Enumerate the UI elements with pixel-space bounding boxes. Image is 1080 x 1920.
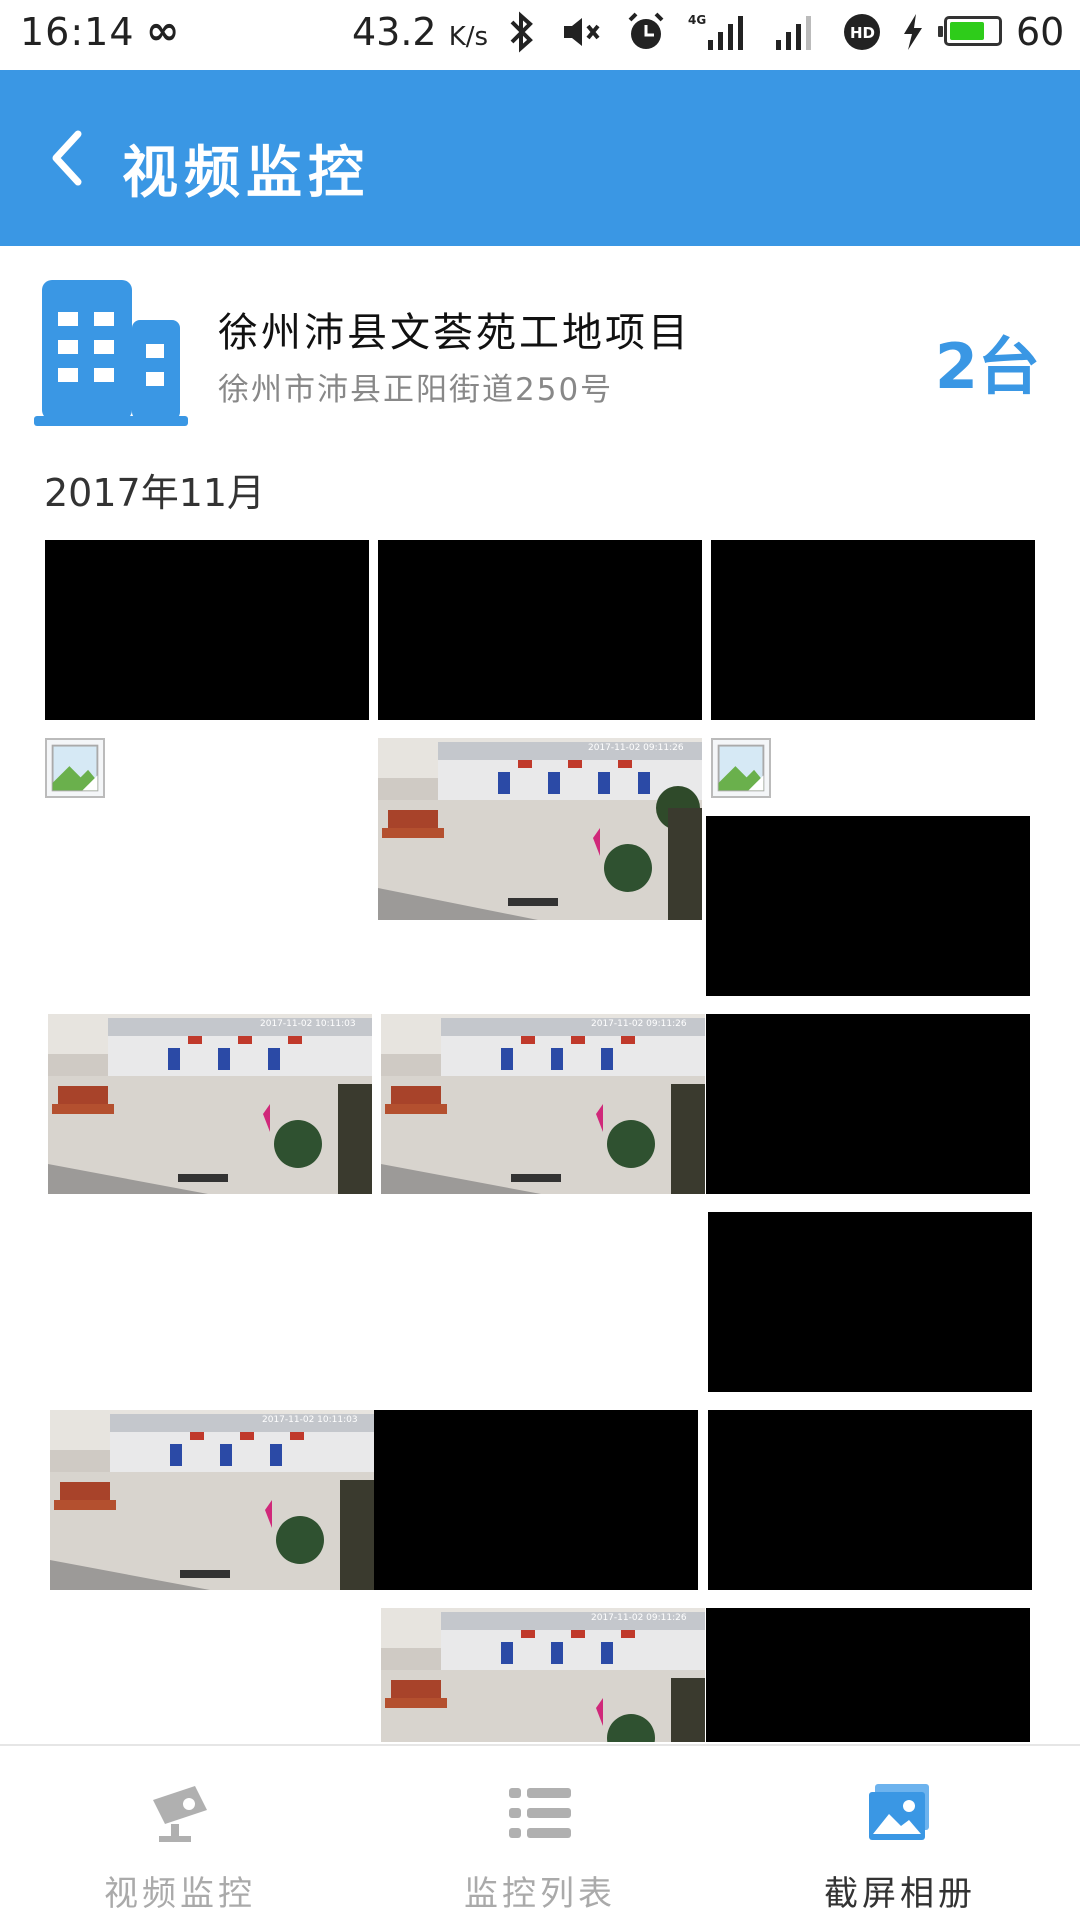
hd-icon: HD	[844, 14, 880, 50]
gallery-thumbnail[interactable]: 2017-11-02 10:11:03	[50, 1410, 374, 1590]
gallery-thumbnail[interactable]	[374, 1410, 698, 1590]
gallery-thumbnail[interactable]	[706, 1014, 1030, 1194]
broken-image-icon[interactable]	[711, 738, 771, 798]
status-time: 16:14	[20, 10, 135, 54]
chevron-left-icon[interactable]	[44, 126, 94, 190]
gallery-thumbnail[interactable]	[378, 540, 702, 720]
gallery-thumbnail[interactable]: 2017-11-02 09:11:26	[381, 1014, 705, 1194]
device-count: 2台	[934, 330, 1040, 403]
gallery-thumbnail[interactable]: 2017-11-02 10:11:03	[48, 1014, 372, 1194]
mute-icon	[564, 18, 600, 46]
battery-level: 60	[1016, 10, 1065, 54]
gallery-thumbnail[interactable]	[45, 540, 369, 720]
signal-4g-icon: 4G	[688, 13, 743, 50]
tab-screenshot-album[interactable]: 截屏相册	[720, 1746, 1080, 1920]
broken-image-icon[interactable]	[45, 738, 105, 798]
signal-icon	[776, 16, 811, 50]
status-bar: 16:14 ∞ 43.2 K/s 4G HD 60	[0, 0, 1080, 68]
project-address: 徐州市沛县正阳街道250号	[218, 372, 614, 408]
gallery-thumbnail[interactable]	[706, 1608, 1030, 1742]
gallery-thumbnail[interactable]: 2017-11-02 09:11:26	[378, 738, 702, 920]
tab-video-monitoring[interactable]: 视频监控	[0, 1746, 360, 1920]
site-scene-image: 2017-11-02 10:11:03	[50, 1410, 374, 1590]
thumbnail-timestamp: 2017-11-02 10:11:03	[260, 1019, 356, 1029]
thumbnail-timestamp: 2017-11-02 10:11:03	[262, 1415, 358, 1425]
site-scene-image: 2017-11-02 09:11:26	[378, 738, 702, 920]
battery-icon	[938, 16, 1002, 46]
alarm-icon	[628, 12, 664, 49]
app-header: 视频监控	[0, 70, 1080, 246]
network-speed: 43.2 K/s	[352, 10, 488, 54]
building-icon	[34, 280, 188, 426]
thumbnail-timestamp: 2017-11-02 09:11:26	[591, 1613, 687, 1623]
site-scene-image: 2017-11-02 10:11:03	[48, 1014, 372, 1194]
gallery-thumbnail[interactable]	[706, 816, 1030, 996]
tab-label: 截屏相册	[824, 1874, 976, 1914]
gallery-thumbnail[interactable]	[708, 1212, 1032, 1392]
gallery-thumbnail[interactable]: 2017-11-02 09:11:26	[381, 1608, 705, 1742]
infinity-icon: ∞	[146, 8, 180, 54]
month-label: 2017年11月	[44, 471, 266, 515]
gallery-thumbnail[interactable]	[711, 540, 1035, 720]
svg-text:4G: 4G	[688, 13, 706, 27]
camera-icon	[153, 1786, 207, 1842]
bluetooth-icon	[510, 11, 533, 53]
page-title: 视频监控	[122, 141, 370, 206]
thumbnail-timestamp: 2017-11-02 09:11:26	[588, 743, 684, 753]
tab-label: 监控列表	[464, 1874, 616, 1914]
site-scene-image: 2017-11-02 09:11:26	[381, 1014, 705, 1194]
project-name: 徐州沛县文荟苑工地项目	[218, 310, 691, 356]
project-card[interactable]: 徐州沛县文荟苑工地项目 徐州市沛县正阳街道250号 2台	[0, 246, 1080, 446]
svg-text:HD: HD	[850, 24, 875, 42]
list-icon	[509, 1788, 571, 1838]
network-speed-unit: K/s	[448, 22, 489, 52]
tab-label: 视频监控	[104, 1874, 256, 1914]
charging-icon	[904, 14, 922, 50]
site-scene-image: 2017-11-02 09:11:26	[381, 1608, 705, 1742]
gallery-icon	[869, 1784, 929, 1840]
bottom-tab-bar: 视频监控 监控列表 截屏相册	[0, 1744, 1080, 1920]
network-speed-value: 43.2	[352, 10, 437, 54]
thumbnail-timestamp: 2017-11-02 09:11:26	[591, 1019, 687, 1029]
gallery-thumbnail[interactable]	[708, 1410, 1032, 1590]
tab-monitoring-list[interactable]: 监控列表	[360, 1746, 720, 1920]
